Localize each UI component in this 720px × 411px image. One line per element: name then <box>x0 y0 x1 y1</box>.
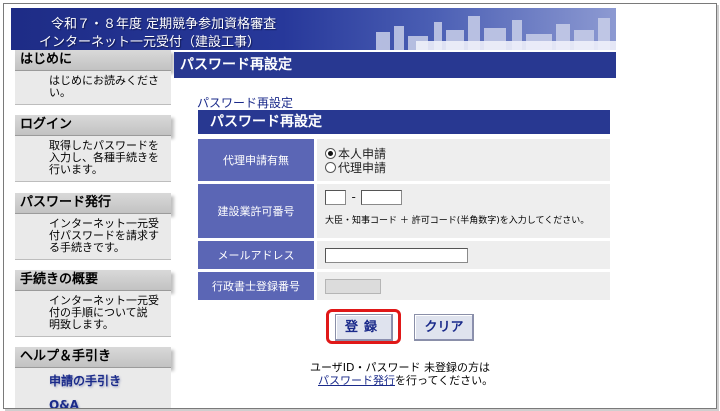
form-title: パスワード再設定 <box>198 110 610 134</box>
scrivener-input-disabled <box>325 278 381 294</box>
sidebar-heading-password-issue[interactable]: パスワード発行 <box>15 193 171 214</box>
sidebar-heading-intro[interactable]: はじめに <box>15 50 171 71</box>
sidebar: はじめに はじめにお読みくださ い。 ログイン 取得したパスワードを 入力し、各… <box>15 50 171 408</box>
form-row-agent: 代理申請有無 本人申請 代理申請 <box>198 139 610 181</box>
breadcrumb: パスワード再設定 <box>197 96 294 110</box>
password-issue-link[interactable]: パスワード発行 <box>318 374 395 387</box>
sidebar-link-manual[interactable]: 申請の手引き <box>15 368 171 392</box>
sidebar-desc-intro: はじめにお読みくださ い。 <box>15 71 171 105</box>
page-title-bar: パスワード再設定 <box>174 52 616 78</box>
license-field-group: - 大臣・知事コード ＋ 許可コード(半角数字)を入力してください。 <box>317 184 610 238</box>
footer-line2: パスワード発行を行ってください。 <box>304 374 544 387</box>
clear-button[interactable]: クリア <box>414 314 474 341</box>
desc-line: 明致します。 <box>49 318 114 331</box>
radio-agent-label: 代理申請 <box>338 160 387 175</box>
city-skyline-image <box>376 16 616 50</box>
footer-note: ユーザID・パスワード 未登録の方は パスワード発行を行ってください。 <box>304 361 544 387</box>
sidebar-section-intro[interactable]: はじめに はじめにお読みくださ い。 <box>15 50 171 105</box>
password-reset-form: 代理申請有無 本人申請 代理申請 建設業許可番号 - 大臣・知事コード ＋ 許可… <box>198 136 610 303</box>
license-note: 大臣・知事コード ＋ 許可コード(半角数字)を入力してください。 <box>325 216 590 227</box>
form-row-license: 建設業許可番号 - 大臣・知事コード ＋ 許可コード(半角数字)を入力してくださ… <box>198 184 610 238</box>
sidebar-section-help: ヘルプ＆手引き 申請の手引き Q&A <box>15 347 171 408</box>
license-code-input[interactable] <box>325 190 346 206</box>
scrivener-label: 行政書士登録番号 <box>198 272 317 300</box>
license-number-input[interactable] <box>361 190 403 206</box>
footer-line1: ユーザID・パスワード 未登録の方は <box>310 361 490 374</box>
browser-frame: 令和７・８年度 定期競争参加資格審査 インターネット一元受付（建設工事） はじめ… <box>3 3 717 409</box>
desc-line: い。 <box>49 86 71 99</box>
radio-agent-button[interactable] <box>325 161 336 173</box>
email-input[interactable] <box>325 247 468 263</box>
sidebar-section-password-issue[interactable]: パスワード発行 インターネット一元受 付パスワードを請求す る手続きです。 <box>15 193 171 260</box>
sidebar-link-qa[interactable]: Q&A <box>15 392 171 408</box>
license-label: 建設業許可番号 <box>198 184 317 238</box>
header-title-line1: 令和７・８年度 定期競争参加資格審査 <box>51 17 277 32</box>
email-label: メールアドレス <box>198 241 317 269</box>
desc-line: る手続きです。 <box>49 241 125 254</box>
header-banner: 令和７・８年度 定期競争参加資格審査 インターネット一元受付（建設工事） <box>11 8 616 50</box>
sidebar-desc-password-issue: インターネット一元受 付パスワードを請求す る手続きです。 <box>15 214 171 260</box>
sidebar-section-login[interactable]: ログイン 取得したパスワードを 入力し、各種手続きを 行います。 <box>15 115 171 182</box>
sidebar-heading-help: ヘルプ＆手引き <box>15 347 171 368</box>
radio-self-button[interactable] <box>325 147 336 159</box>
form-row-email: メールアドレス <box>198 241 610 269</box>
sidebar-desc-overview: インターネット一元受 付の手順について説 明致します。 <box>15 291 171 337</box>
sidebar-desc-login: 取得したパスワードを 入力し、各種手続きを 行います。 <box>15 136 171 182</box>
agent-label: 代理申請有無 <box>198 139 317 181</box>
footer-line2-text: を行ってください。 <box>395 374 494 387</box>
register-button[interactable]: 登録 <box>335 314 393 341</box>
sidebar-heading-login[interactable]: ログイン <box>15 115 171 136</box>
sidebar-heading-overview[interactable]: 手続きの概要 <box>15 270 171 291</box>
license-separator: - <box>351 189 356 204</box>
email-cell <box>317 241 610 269</box>
sidebar-section-overview[interactable]: 手続きの概要 インターネット一元受 付の手順について説 明致します。 <box>15 270 171 337</box>
desc-line: 行います。 <box>49 163 103 176</box>
radio-agent[interactable]: 代理申請 <box>325 160 610 175</box>
agent-radio-group: 本人申請 代理申請 <box>317 139 610 181</box>
header-title-line2: インターネット一元受付（建設工事） <box>39 35 261 50</box>
scrivener-cell <box>317 272 610 300</box>
form-row-scrivener: 行政書士登録番号 <box>198 272 610 300</box>
